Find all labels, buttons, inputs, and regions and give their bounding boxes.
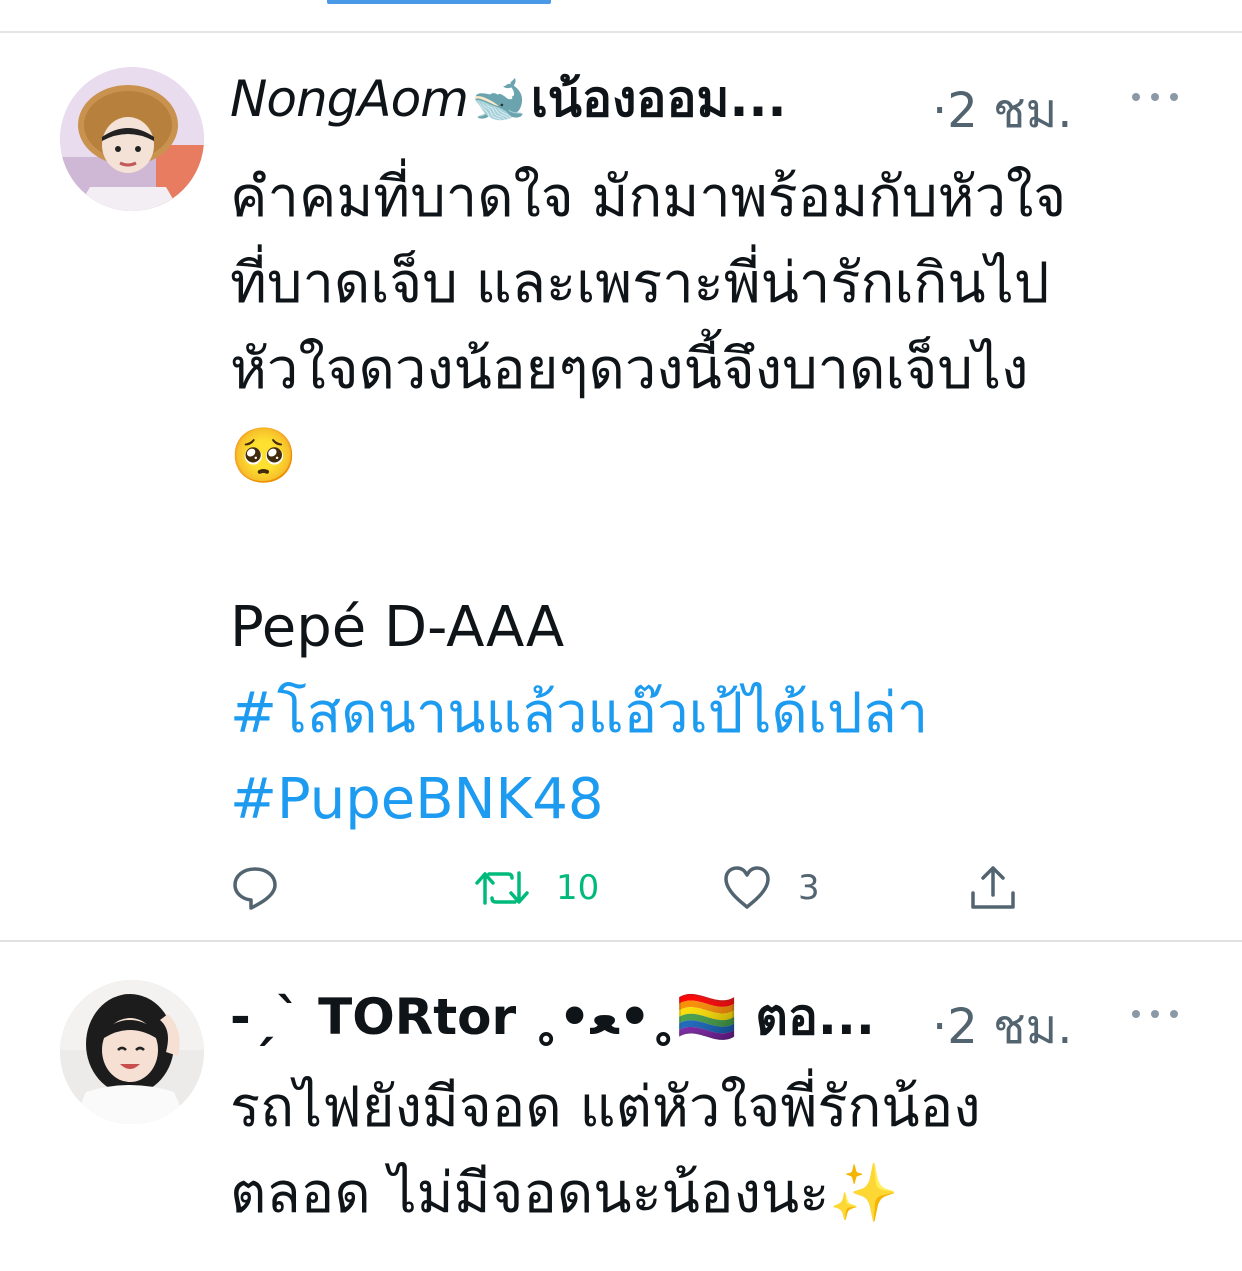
tweet-time[interactable]: ·2 ชม. [932, 73, 1073, 149]
retweet-button[interactable]: 10 [474, 853, 599, 923]
more-icon[interactable] [1132, 1007, 1178, 1021]
tweet-body: รถไฟยังมีจอด แต่หัวใจพี่รักน้อง ตลอด ไม่… [230, 1065, 1220, 1237]
tweet-card[interactable]: NongAom 🐋 เน้องออม... ·2 ชม. คำคมที่บาดใ… [0, 33, 1242, 941]
like-icon [724, 866, 770, 909]
display-name[interactable]: NongAom 🐋 เน้องออม... [230, 60, 786, 139]
more-icon[interactable] [1132, 90, 1178, 104]
tweet-text-line: ที่บาดเจ็บ และเพราะพี่น่ารักเกินไป [230, 251, 1050, 316]
whale-emoji: 🐋 [471, 74, 527, 125]
tweet-actions: 10 3 [230, 853, 1050, 923]
tweet-card[interactable]: -ˏˋ TORtor ˳•ﻌ•˳🏳️‍🌈 ตอ... ·2 ชม. รถไฟยั… [0, 943, 1242, 1271]
retweet-icon [475, 871, 529, 905]
avatar[interactable] [60, 67, 204, 211]
tweet-text-line: หัวใจดวงน้อยๆดวงนี้จึงบาดเจ็บไง [230, 337, 1029, 402]
display-name-latin: NongAom [230, 70, 469, 128]
reply-button[interactable] [230, 853, 306, 923]
tweet-signature: Pepé D-AAA [230, 595, 565, 660]
reply-icon [233, 867, 277, 910]
hashtag-link[interactable]: #โสดนานแล้วแอ๊วเป้ได้เปล่า [230, 671, 1220, 757]
display-name-text: -ˏˋ TORtor ˳•ﻌ•˳🏳️‍🌈 ตอ... [230, 987, 875, 1046]
display-name[interactable]: -ˏˋ TORtor ˳•ﻌ•˳🏳️‍🌈 ตอ... [230, 978, 875, 1057]
tweet-text-line: คำคมที่บาดใจ มักมาพร้อมกับหัวใจ [230, 165, 1067, 230]
tweet-text-line: ตลอด ไม่มีจอดนะน้องนะ✨ [230, 1161, 899, 1226]
tweet-divider [0, 940, 1242, 942]
tweet-header: NongAom 🐋 เน้องออม... [230, 67, 1222, 131]
like-button[interactable]: 3 [722, 853, 820, 923]
avatar[interactable] [60, 980, 204, 1124]
tweet-header: -ˏˋ TORtor ˳•ﻌ•˳🏳️‍🌈 ตอ... [230, 985, 1222, 1049]
share-button[interactable] [968, 853, 1018, 923]
active-tab-indicator [327, 0, 551, 4]
pleading-face-emoji: 🥺 [230, 424, 298, 487]
display-name-thai: เน้องออม... [530, 69, 787, 128]
retweet-count: 10 [556, 868, 600, 908]
tweet-text-line: รถไฟยังมีจอด แต่หัวใจพี่รักน้อง [230, 1075, 981, 1140]
like-count: 3 [798, 868, 820, 908]
hashtag-link[interactable]: #PupeBNK48 [230, 757, 1220, 843]
tweet-body: คำคมที่บาดใจ มักมาพร้อมกับหัวใจ ที่บาดเจ… [230, 155, 1220, 843]
tweet-time[interactable]: ·2 ชม. [932, 989, 1073, 1065]
share-icon [971, 866, 1015, 909]
